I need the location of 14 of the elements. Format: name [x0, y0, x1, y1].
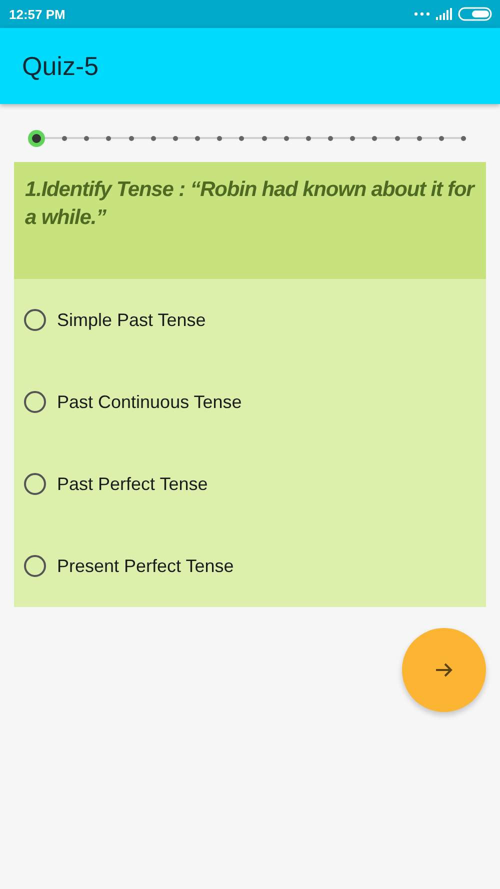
- clock-time: 12:57 PM: [9, 6, 66, 22]
- battery-icon: [458, 7, 492, 21]
- option-label[interactable]: Past Perfect Tense: [57, 474, 208, 494]
- signal-icon: [436, 8, 452, 20]
- option-label[interactable]: Present Perfect Tense: [57, 556, 234, 576]
- radio-button[interactable]: [24, 473, 46, 495]
- dots-icon: [414, 12, 430, 16]
- radio-button[interactable]: [24, 391, 46, 413]
- option-label[interactable]: Past Continuous Tense: [57, 392, 242, 412]
- option-label[interactable]: Simple Past Tense: [57, 310, 206, 330]
- question-text: 1.Identify Tense : “Robin had known about it for a while.”: [25, 177, 475, 231]
- radio-button[interactable]: [24, 309, 46, 331]
- radio-button[interactable]: [24, 555, 46, 577]
- app-title: Quiz-5: [22, 50, 99, 82]
